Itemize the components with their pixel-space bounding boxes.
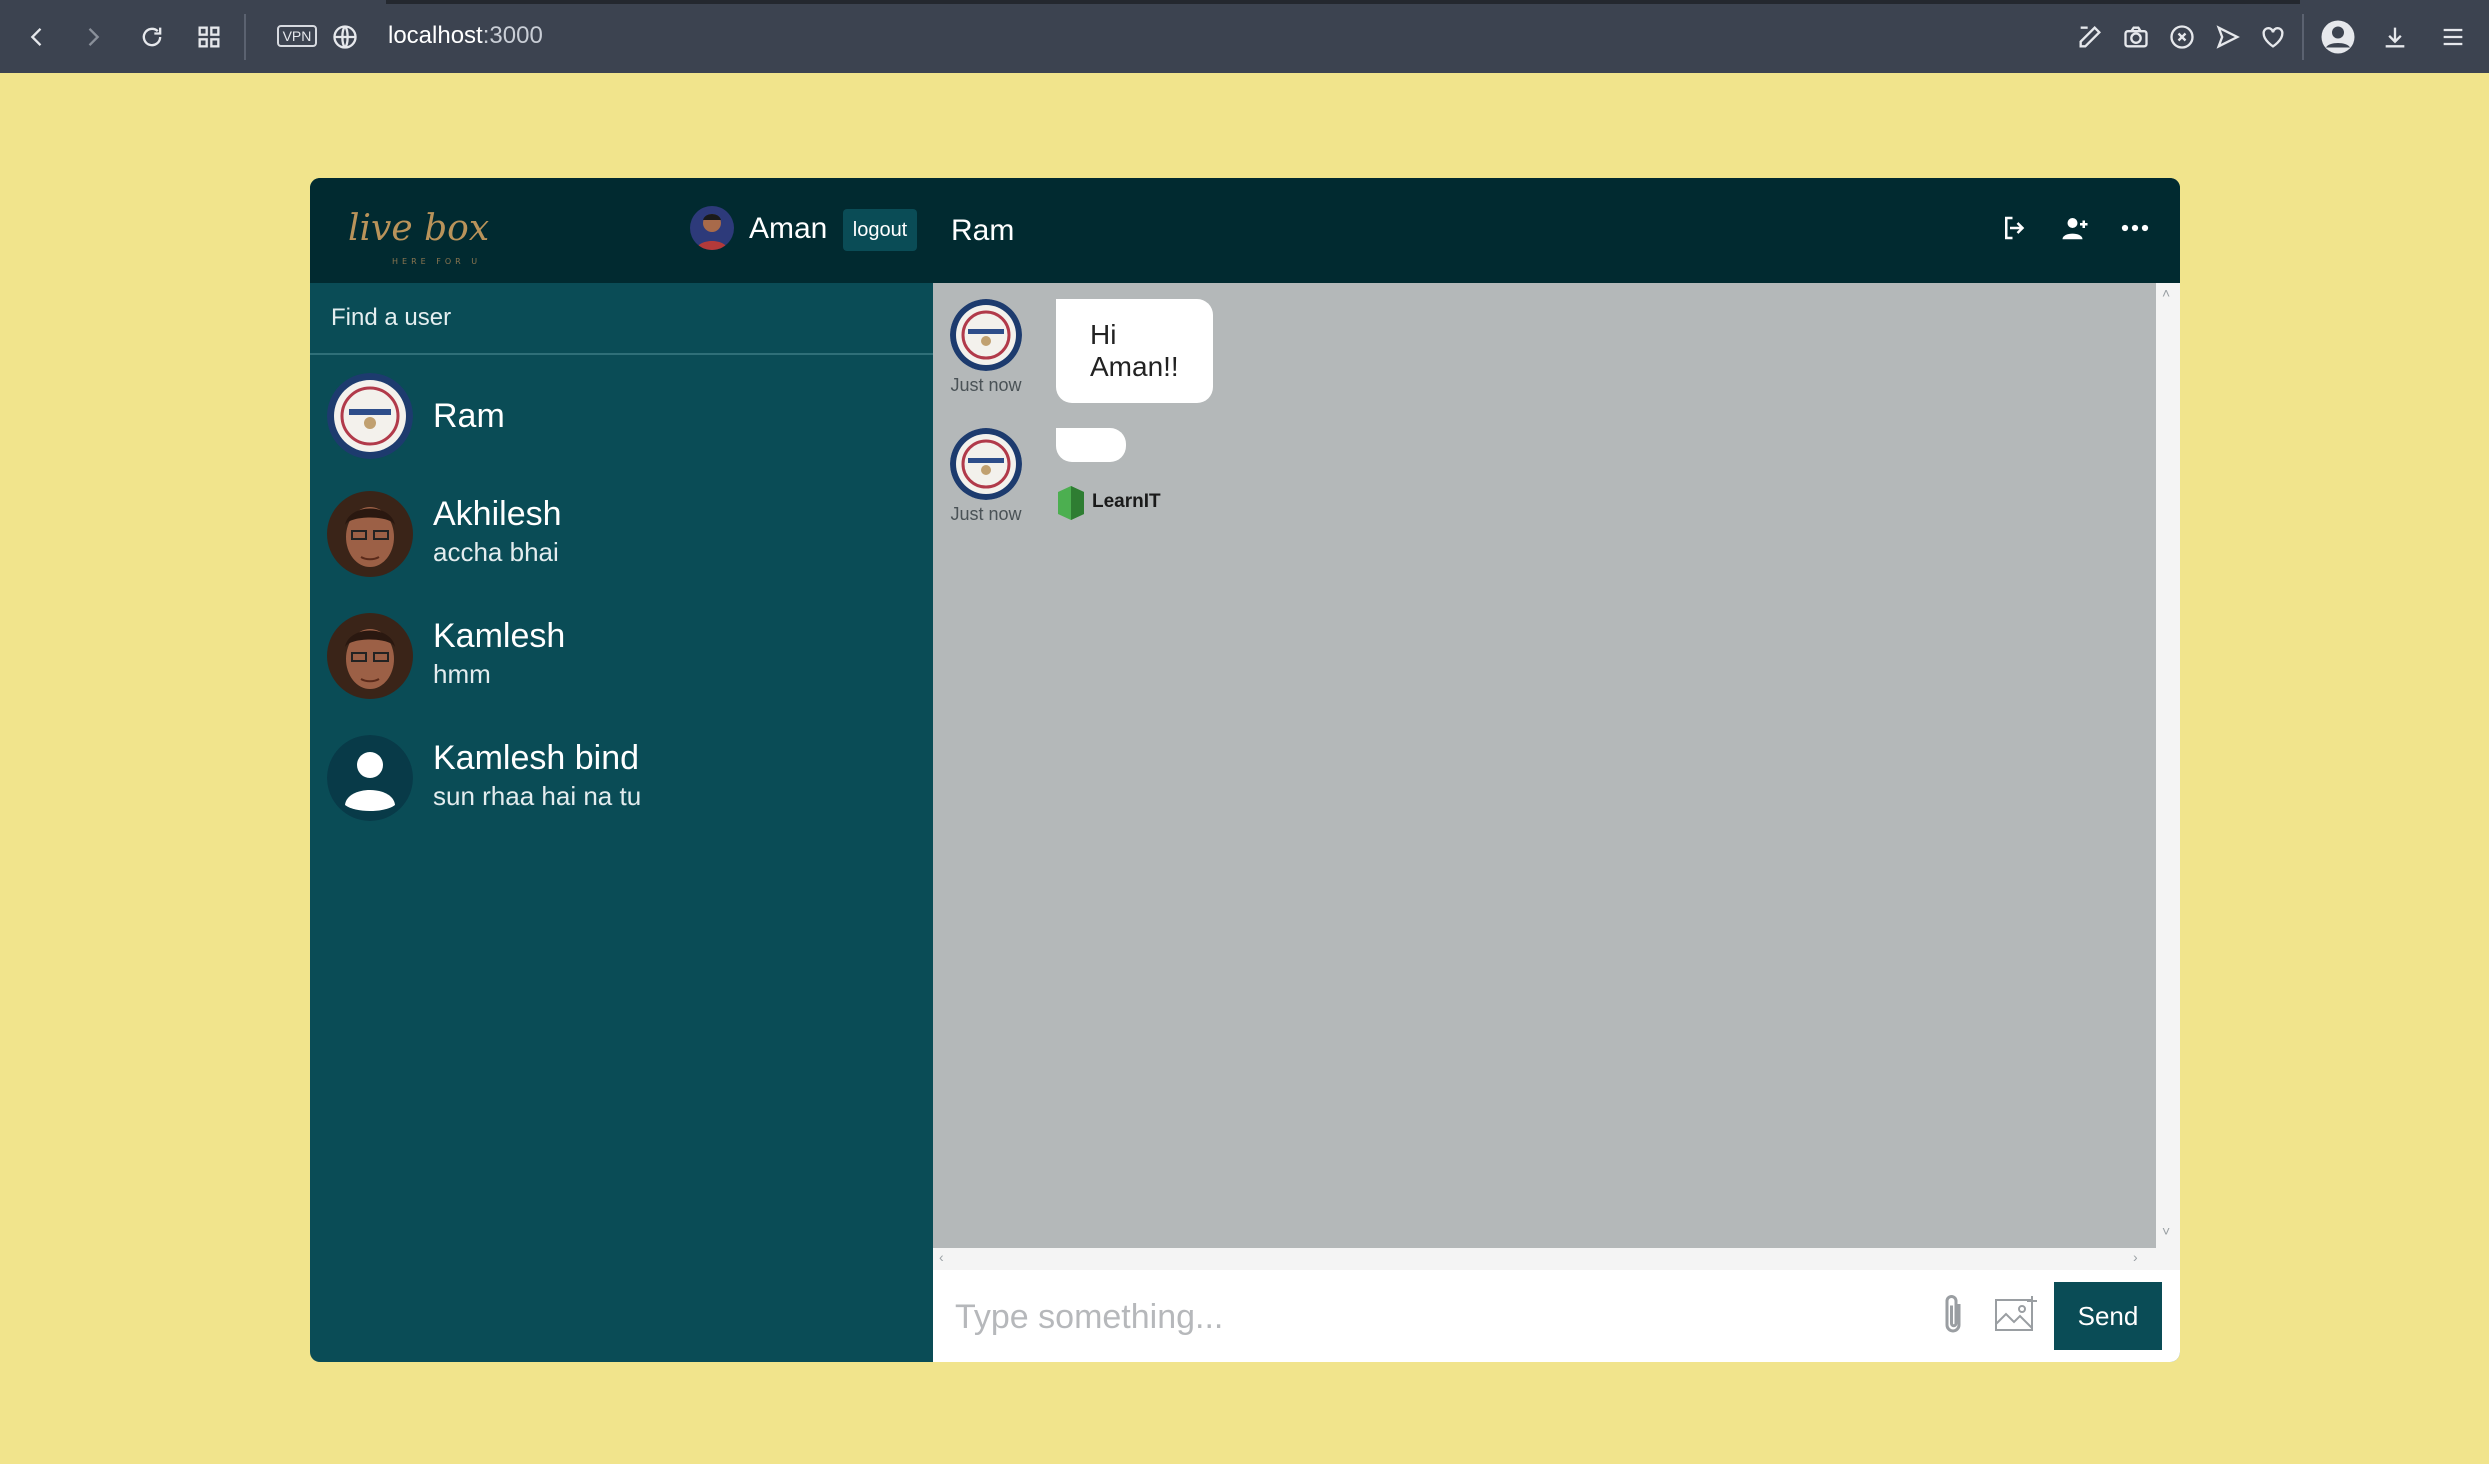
- leave-chat-icon[interactable]: [2000, 211, 2030, 245]
- sidebar-navbar: live box HERE FOR U Aman logout: [310, 178, 933, 283]
- globe-icon[interactable]: [330, 22, 360, 52]
- chat-item-last-message: accha bhai: [433, 537, 559, 567]
- url-host: localhost: [388, 22, 483, 49]
- emblem-avatar: [327, 373, 413, 459]
- toolbar-divider: [244, 14, 246, 60]
- add-image-icon[interactable]: [1994, 1294, 2038, 1334]
- profile-icon[interactable]: [2320, 19, 2356, 55]
- user-search: [310, 283, 933, 355]
- chat-item-akhilesh[interactable]: Akhilesh accha bhai: [310, 477, 933, 599]
- message-input[interactable]: [953, 1292, 1857, 1342]
- current-user-name: Aman: [749, 212, 828, 245]
- chat-item-kamlesh[interactable]: Kamlesh hmm: [310, 599, 933, 721]
- message-bubble: [1056, 428, 1126, 462]
- chat-actions: [2000, 211, 2150, 245]
- search-input[interactable]: [310, 283, 933, 353]
- message-composer: Send: [933, 1270, 2180, 1362]
- chat-header: Ram: [933, 178, 2180, 283]
- url-port: :3000: [482, 22, 543, 49]
- address-bar[interactable]: localhost:3000: [388, 22, 543, 50]
- toolbar-divider: [2302, 14, 2304, 60]
- chat-item-kamlesh-bind[interactable]: Kamlesh bind sun rhaa hai na tu: [310, 721, 933, 843]
- active-chat-name: Ram: [951, 214, 1015, 247]
- messages-panel: Just now Hi Aman!! Just now LearnIT: [933, 283, 2156, 1248]
- vpn-badge[interactable]: VPN: [277, 25, 317, 47]
- message-avatar: [950, 428, 1022, 500]
- menu-icon[interactable]: [2438, 22, 2468, 52]
- heart-icon[interactable]: [2258, 22, 2288, 52]
- message-image[interactable]: LearnIT: [1056, 484, 1161, 520]
- cartoon-avatar: [327, 613, 413, 699]
- block-icon[interactable]: [2167, 22, 2197, 52]
- image-caption: LearnIT: [1092, 491, 1161, 512]
- cartoon-avatar: [327, 491, 413, 577]
- add-user-icon[interactable]: [2060, 211, 2090, 245]
- chat-item-name: Akhilesh: [433, 495, 562, 533]
- send-button[interactable]: Send: [2054, 1282, 2162, 1350]
- scrollbar-corner: [2156, 1248, 2180, 1270]
- back-icon[interactable]: [22, 22, 52, 52]
- message-time: Just now: [950, 375, 1022, 395]
- chat-item-name: Kamlesh bind: [433, 739, 640, 777]
- message-bubble: Hi Aman!!: [1056, 299, 1213, 403]
- download-icon[interactable]: [2380, 22, 2410, 52]
- messages-horizontal-scrollbar[interactable]: ‹ ›: [933, 1248, 2156, 1270]
- chat-app: live box HERE FOR U Aman logout Find a u…: [310, 178, 2180, 1362]
- tabs-grid-icon[interactable]: [194, 22, 224, 52]
- chat-item-name: Kamlesh: [433, 617, 566, 655]
- attach-file-icon[interactable]: [1935, 1292, 1971, 1340]
- current-user-avatar[interactable]: [690, 206, 734, 250]
- more-options-icon[interactable]: [2120, 211, 2150, 245]
- message-avatar: [950, 299, 1022, 371]
- logo-text: live box: [348, 208, 489, 249]
- forward-icon[interactable]: [78, 22, 108, 52]
- message-time: Just now: [950, 504, 1022, 524]
- browser-toolbar: VPN localhost:3000: [0, 0, 2489, 73]
- messages-vertical-scrollbar[interactable]: ˄ ˅: [2156, 283, 2180, 1248]
- default-user-avatar: [327, 735, 413, 821]
- app-logo: live box HERE FOR U: [340, 192, 520, 272]
- learnit-logo-icon: [1058, 486, 1084, 520]
- loading-indicator: [386, 0, 2300, 4]
- chat-list: Ram Akhilesh accha bhai Kamlesh hmm Kaml…: [310, 355, 933, 843]
- chat-item-last-message: hmm: [433, 659, 491, 689]
- chat-item-name: Ram: [433, 397, 505, 435]
- camera-icon[interactable]: [2121, 22, 2151, 52]
- chat-item-ram[interactable]: Ram: [310, 355, 933, 477]
- logo-tagline: HERE FOR U: [392, 257, 481, 266]
- send-icon[interactable]: [2213, 22, 2243, 52]
- chat-item-last-message: sun rhaa hai na tu: [433, 781, 642, 811]
- reload-icon[interactable]: [137, 22, 167, 52]
- logout-button[interactable]: logout: [843, 209, 917, 251]
- snapshot-edit-icon[interactable]: [2075, 22, 2105, 52]
